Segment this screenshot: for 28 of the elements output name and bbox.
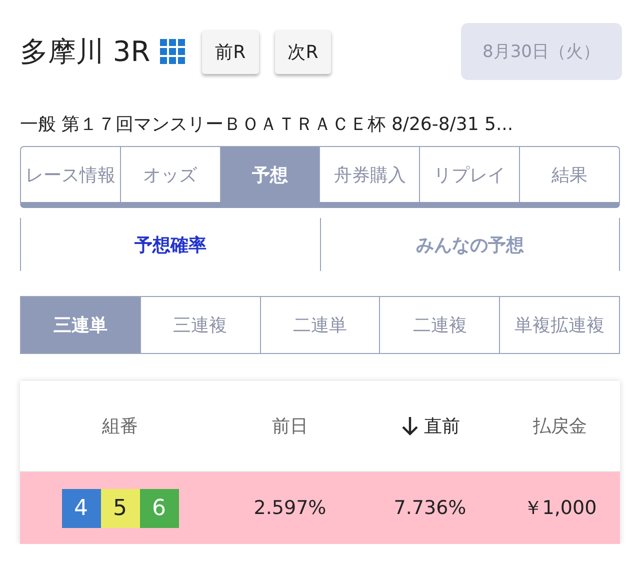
nav-tab[interactable]: リプレイ <box>420 147 520 202</box>
boat-number: 5 <box>100 488 140 528</box>
date-selector[interactable]: 8月30日（火） <box>460 23 622 80</box>
grid-icon[interactable] <box>160 38 186 64</box>
next-race-button[interactable]: 次R <box>274 30 332 74</box>
column-header[interactable]: 払戻金 <box>533 414 587 438</box>
table-cell-text: ￥1,000 <box>522 496 598 521</box>
nav-tab[interactable]: レース情報 <box>21 147 121 202</box>
sub-tab[interactable]: みんなの予想 <box>320 218 619 271</box>
bet-type-tab[interactable]: 三連単 <box>21 297 141 353</box>
column-header[interactable]: 直前 <box>424 414 460 438</box>
column-header[interactable]: 前日 <box>272 414 308 438</box>
bet-type-tab[interactable]: 単複拡連複 <box>500 297 619 353</box>
table-cell-text: 2.597% <box>252 497 328 519</box>
table-cell-text: 7.736% <box>392 497 468 519</box>
bet-type-tab[interactable]: 二連複 <box>380 297 500 353</box>
venue-title: 多摩川 3R <box>20 34 150 70</box>
nav-tab[interactable]: 結果 <box>520 147 619 202</box>
column-header[interactable]: 組番 <box>102 414 138 438</box>
boat-number: 6 <box>140 488 178 528</box>
nav-tab[interactable]: 予想 <box>220 147 320 202</box>
bet-type-tab[interactable]: 二連単 <box>260 297 380 353</box>
boat-number: 4 <box>62 488 100 528</box>
nav-tab[interactable]: 舟券購入 <box>320 147 420 202</box>
bet-type-tab[interactable]: 三連複 <box>140 297 261 353</box>
previous-race-button[interactable]: 前R <box>202 30 259 74</box>
sub-tab[interactable]: 予想確率 <box>21 218 320 271</box>
race-name: 一般 第１７回マンスリーＢＯＡＴＲＡＣＥ杯 8/26-8/31 5... <box>20 113 514 136</box>
